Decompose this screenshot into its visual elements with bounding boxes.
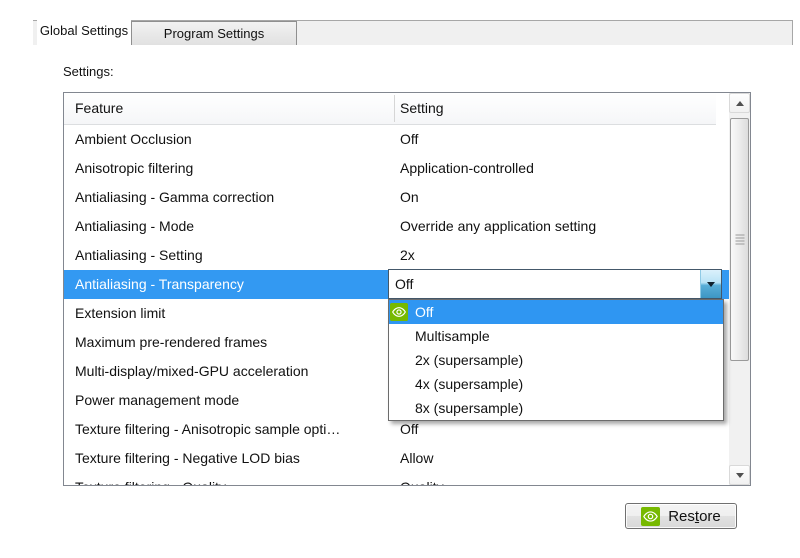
- vertical-scrollbar[interactable]: [729, 93, 750, 485]
- arrow-down-icon: [736, 473, 744, 478]
- table-row[interactable]: Ambient Occlusion Off: [64, 125, 729, 154]
- dropdown-item-label: 2x (supersample): [415, 352, 523, 368]
- arrow-up-icon: [736, 101, 744, 106]
- setting-cell: Override any application setting: [400, 212, 596, 241]
- column-header-feature: Feature: [75, 93, 123, 124]
- setting-cell: Application-controlled: [400, 154, 534, 183]
- feature-cell: Power management mode: [75, 386, 239, 415]
- feature-cell: Texture filtering - Quality: [75, 473, 226, 485]
- dropdown-item-2x-supersample[interactable]: 2x (supersample): [389, 348, 723, 372]
- column-divider: [394, 95, 395, 122]
- table-row[interactable]: Texture filtering - Quality Quality: [64, 473, 729, 485]
- scroll-down-button[interactable]: [729, 465, 750, 485]
- setting-cell: On: [400, 183, 419, 212]
- dropdown-item-8x-supersample[interactable]: 8x (supersample): [389, 396, 723, 420]
- column-header-setting: Setting: [400, 93, 444, 124]
- scroll-up-button[interactable]: [729, 93, 750, 113]
- dropdown-item-multisample[interactable]: Multisample: [389, 324, 723, 348]
- antialiasing-transparency-combobox[interactable]: Off: [388, 269, 722, 299]
- nvidia-eye-icon: [390, 303, 408, 321]
- scrollbar-grip-icon: [735, 234, 744, 245]
- dropdown-list: Off Multisample 2x (supersample) 4x (sup…: [388, 299, 724, 421]
- feature-cell: Extension limit: [75, 299, 165, 328]
- setting-cell: 2x: [400, 241, 415, 270]
- feature-cell: Multi-display/mixed-GPU acceleration: [75, 357, 308, 386]
- feature-cell: Ambient Occlusion: [75, 125, 192, 154]
- setting-cell: Quality: [400, 473, 444, 485]
- table-row[interactable]: Antialiasing - Setting 2x: [64, 241, 729, 270]
- combobox-value: Off: [395, 270, 413, 298]
- settings-label: Settings:: [63, 64, 114, 79]
- dropdown-item-off[interactable]: Off: [389, 300, 723, 324]
- restore-button-label: Restore: [668, 508, 721, 525]
- feature-cell: Antialiasing - Transparency: [75, 270, 244, 299]
- combobox-dropdown-button[interactable]: [700, 270, 721, 298]
- dropdown-item-4x-supersample[interactable]: 4x (supersample): [389, 372, 723, 396]
- feature-cell: Texture filtering - Anisotropic sample o…: [75, 415, 340, 444]
- dropdown-item-label: 8x (supersample): [415, 400, 523, 416]
- setting-cell: Allow: [400, 444, 433, 473]
- dropdown-item-label: 4x (supersample): [415, 376, 523, 392]
- feature-cell: Antialiasing - Gamma correction: [75, 183, 274, 212]
- table-row[interactable]: Anisotropic filtering Application-contro…: [64, 154, 729, 183]
- setting-cell: Off: [400, 125, 418, 154]
- table-row[interactable]: Antialiasing - Mode Override any applica…: [64, 212, 729, 241]
- feature-cell: Texture filtering - Negative LOD bias: [75, 444, 300, 473]
- feature-cell: Maximum pre-rendered frames: [75, 328, 267, 357]
- feature-cell: Antialiasing - Mode: [75, 212, 194, 241]
- tab-program-settings[interactable]: Program Settings: [131, 21, 297, 45]
- feature-cell: Antialiasing - Setting: [75, 241, 203, 270]
- dropdown-item-label: Off: [415, 304, 433, 320]
- dropdown-item-label: Multisample: [415, 328, 490, 344]
- tab-strip: Global Settings Program Settings: [33, 18, 793, 46]
- table-row[interactable]: Antialiasing - Gamma correction On: [64, 183, 729, 212]
- nvidia-eye-icon: [641, 507, 660, 526]
- scrollbar-thumb[interactable]: [730, 118, 749, 361]
- restore-button[interactable]: Restore: [625, 503, 737, 529]
- table-row[interactable]: Texture filtering - Negative LOD bias Al…: [64, 444, 729, 473]
- tab-global-settings[interactable]: Global Settings: [37, 18, 131, 46]
- feature-cell: Anisotropic filtering: [75, 154, 193, 183]
- table-header: Feature Setting: [64, 93, 716, 125]
- nvidia-control-panel-settings: Global Settings Program Settings Setting…: [0, 0, 800, 558]
- chevron-down-icon: [707, 282, 715, 287]
